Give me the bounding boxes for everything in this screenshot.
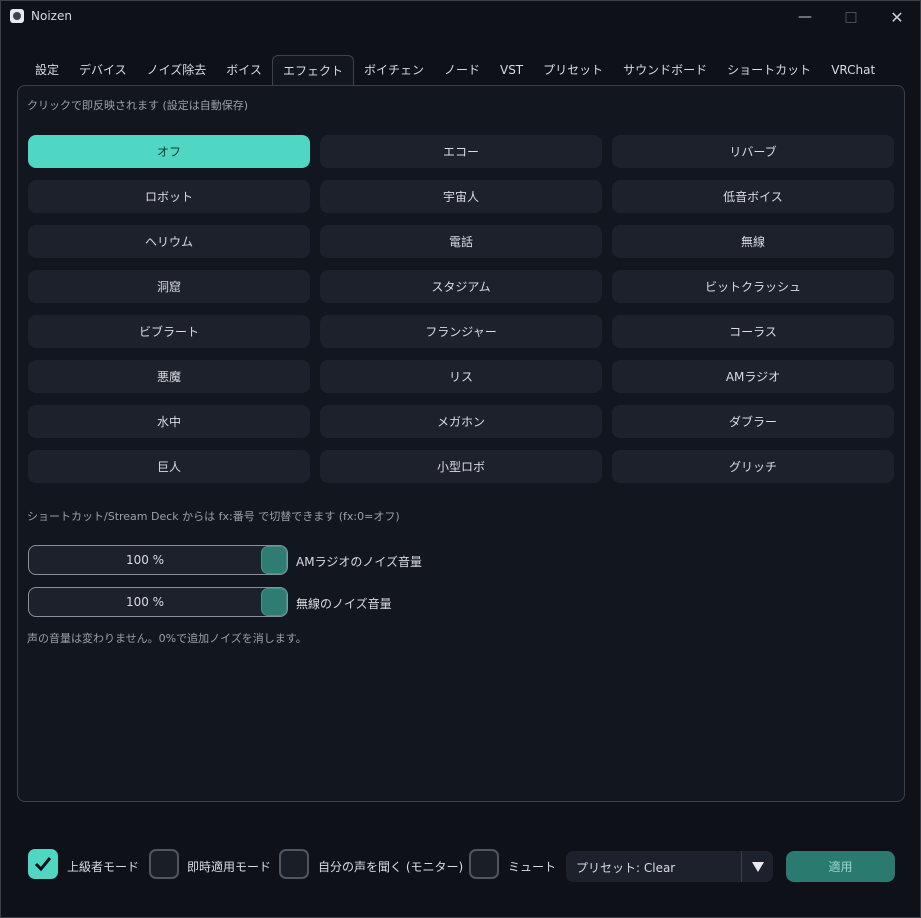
radio-noise-label: 無線のノイズ音量 [296,597,392,611]
effect-button-7[interactable]: 電話 [320,225,602,258]
tab-7[interactable]: VST [490,55,533,85]
volume-note: 声の音量は変わりません。0%で追加ノイズを消します。 [27,632,307,645]
app-logo-icon [10,9,24,23]
tab-1[interactable]: デバイス [69,55,137,85]
mute-label: ミュート [508,860,557,874]
effect-button-4[interactable]: 宇宙人 [320,180,602,213]
close-button[interactable]: ✕ [874,1,920,33]
effect-button-21[interactable]: 巨人 [28,450,310,483]
dropdown-arrow-icon[interactable] [741,851,773,882]
preset-select[interactable]: プリセット: Clear [566,851,773,882]
preset-select-value: プリセット: Clear [576,861,676,875]
close-icon: ✕ [890,7,904,27]
am-radio-noise-value: 100 % [125,553,165,567]
effects-hint: クリックで即反映されます (設定は自動保存) [27,99,249,112]
effect-button-11[interactable]: ビットクラッシュ [612,270,894,303]
am-radio-noise-label: AMラジオのノイズ音量 [296,555,422,569]
checkmark-icon [34,857,52,872]
radio-noise-slider-handle[interactable] [261,588,287,616]
tab-2[interactable]: ノイズ除去 [137,55,217,85]
effect-button-9[interactable]: 洞窟 [28,270,310,303]
effect-button-2[interactable]: リバーブ [612,135,894,168]
effect-button-6[interactable]: ヘリウム [28,225,310,258]
app-window: Noizen — □ ✕ 設定 デバイス ノイズ除去 ボイス エフェクト ボイチェン ノード… [0,0,921,918]
am-radio-noise-slider[interactable]: 100 % [28,545,288,575]
tab-4[interactable]: エフェクト [271,55,354,87]
effect-button-12[interactable]: ビブラート [28,315,310,348]
effect-button-8[interactable]: 無線 [612,225,894,258]
instant-apply-checkbox[interactable] [149,849,179,879]
maximize-button[interactable]: □ [828,1,874,33]
effect-button-18[interactable]: 水中 [28,405,310,438]
effect-button-19[interactable]: メガホン [320,405,602,438]
tab-10[interactable]: ショートカット [717,55,821,85]
effects-grid: オフ エコー リバーブロボット 宇宙人 低音ボイスヘリウム 電話 無線洞窟 スタジアム ビットク… [28,135,895,483]
effect-button-5[interactable]: 低音ボイス [612,180,894,213]
effect-button-1[interactable]: エコー [320,135,602,168]
tab-5[interactable]: ボイチェン [354,55,434,85]
monitor-checkbox[interactable] [279,849,309,879]
apply-button[interactable]: 適用 [786,851,895,882]
shortcut-note: ショートカット/Stream Deck からは fx:番号 で切替できます (f… [27,510,400,523]
effect-button-0[interactable]: オフ [28,135,310,168]
minimize-icon: — [798,9,812,25]
effect-button-13[interactable]: フランジャー [320,315,602,348]
effect-button-14[interactable]: コーラス [612,315,894,348]
effect-button-16[interactable]: リス [320,360,602,393]
maximize-icon: □ [844,9,858,25]
tab-6[interactable]: ノード [434,55,490,85]
am-radio-noise-slider-handle[interactable] [261,546,287,574]
effect-button-22[interactable]: 小型ロボ [320,450,602,483]
effect-button-15[interactable]: 悪魔 [28,360,310,393]
radio-noise-slider[interactable]: 100 % [28,587,288,617]
effect-button-20[interactable]: ダブラー [612,405,894,438]
tab-11[interactable]: VRChat [821,55,885,85]
footer-bar: 上級者モード 即時適用モード 自分の声を聞く (モニター) ミュート プリセット… [1,849,920,885]
effect-button-10[interactable]: スタジアム [320,270,602,303]
mute-checkbox[interactable] [469,849,499,879]
advanced-mode-checkbox[interactable] [28,849,58,879]
effect-button-23[interactable]: グリッチ [612,450,894,483]
tab-bar: 設定 デバイス ノイズ除去 ボイス エフェクト ボイチェン ノード VST プリセット サウンドボ… [25,55,885,87]
tab-9[interactable]: サウンドボード [613,55,717,85]
tab-3[interactable]: ボイス [216,55,272,85]
monitor-label: 自分の声を聞く (モニター) [318,860,464,874]
tab-0[interactable]: 設定 [25,55,69,85]
radio-noise-value: 100 % [125,595,165,609]
tab-8[interactable]: プリセット [533,55,613,85]
instant-apply-label: 即時適用モード [187,860,272,874]
window-title: Noizen [31,9,72,23]
title-bar: Noizen — □ ✕ [1,1,920,33]
minimize-button[interactable]: — [782,1,828,33]
advanced-mode-label: 上級者モード [67,860,140,874]
effect-button-17[interactable]: AMラジオ [612,360,894,393]
effect-button-3[interactable]: ロボット [28,180,310,213]
